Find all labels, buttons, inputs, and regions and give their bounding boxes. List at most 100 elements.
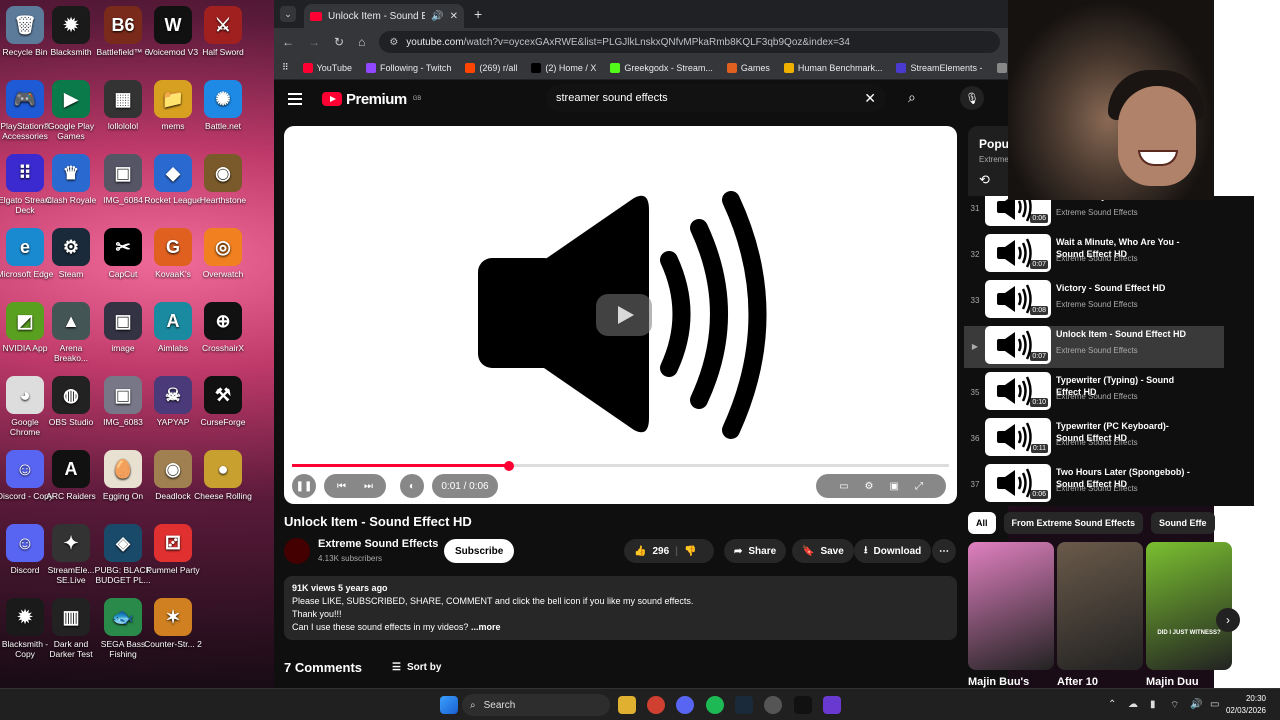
- tab-search-icon[interactable]: ⌄: [280, 6, 296, 22]
- filter-chip[interactable]: Sound Effe: [1151, 512, 1215, 534]
- bookmark-item[interactable]: g: [996, 62, 1009, 73]
- apps-icon[interactable]: ⠿: [282, 62, 289, 73]
- network-icon[interactable]: ☁: [1128, 699, 1138, 710]
- reload-icon[interactable]: ↻: [334, 35, 344, 49]
- progress-bar[interactable]: [292, 460, 949, 471]
- playlist-item[interactable]: 33 0:08 Victory - Sound Effect HD Extreme S…: [964, 280, 1224, 322]
- desktop-icon[interactable]: ◉ Hearthstone: [194, 154, 252, 205]
- address-bar[interactable]: ⚙ youtube.com/watch?v=oycexGAxRWE&list=P…: [379, 31, 1000, 53]
- channel-avatar[interactable]: [284, 538, 310, 564]
- loop-icon[interactable]: ⟲: [979, 172, 990, 188]
- wifi-icon[interactable]: ⌔: [1170, 699, 1179, 712]
- shorts-next-icon[interactable]: ›: [1216, 608, 1240, 632]
- desktop-icon[interactable]: ▥ Dark and Darker Test: [42, 598, 100, 659]
- more-actions-button[interactable]: ⋯: [932, 539, 956, 563]
- site-info-icon[interactable]: ⚙: [389, 37, 398, 48]
- desktop-icon[interactable]: ⊕ CrosshairX: [194, 302, 252, 353]
- next-icon[interactable]: ⏭: [364, 481, 373, 492]
- bookmark-item[interactable]: Games: [726, 62, 770, 73]
- browser-tab[interactable]: Unlock Item - Sound Effect HD 🔊 ✕: [304, 4, 464, 28]
- search-icon[interactable]: ⌕: [908, 89, 916, 106]
- taskbar-search[interactable]: ⌕ Search: [462, 694, 610, 716]
- fullscreen-icon[interactable]: ⤢: [915, 481, 923, 492]
- theater-icon[interactable]: ▣: [889, 481, 898, 492]
- save-button[interactable]: 🔖 Save: [792, 539, 854, 563]
- new-tab-button[interactable]: +: [474, 6, 482, 22]
- pause-button[interactable]: ❚❚: [292, 474, 316, 498]
- dislike-icon[interactable]: 👎: [684, 546, 696, 557]
- big-play-icon[interactable]: [596, 294, 652, 336]
- bookmark-item[interactable]: StreamElements -: [896, 62, 983, 73]
- desktop-icon[interactable]: ✺ Battle.net: [194, 80, 252, 131]
- bookmark-item[interactable]: (2) Home / X: [531, 62, 596, 73]
- description-box[interactable]: 91K views 5 years ago Please LIKE, SUBSC…: [284, 576, 957, 640]
- previous-icon[interactable]: ⏮: [337, 481, 346, 492]
- file-explorer-icon[interactable]: [618, 696, 636, 714]
- short-title[interactable]: Majin Buu's: [968, 676, 1029, 688]
- playlist-item[interactable]: 37 0:06 Two Hours Later (Spongebob) - Soun…: [964, 464, 1224, 506]
- microphone-icon[interactable]: 🎙: [960, 86, 984, 110]
- desktop-icon[interactable]: ⚂ Pummel Party: [144, 524, 202, 575]
- back-icon[interactable]: ←: [282, 35, 294, 49]
- desktop-icon[interactable]: ● Cheese Rolling: [194, 450, 252, 501]
- desktop-icon[interactable]: A ARC Raiders: [42, 450, 100, 501]
- desktop-icon[interactable]: ✦ StreamEle... SE.Live: [42, 524, 100, 585]
- bookmark-item[interactable]: YouTube: [302, 62, 352, 73]
- short-thumbnail[interactable]: DID I JUST WITNESS?: [1146, 542, 1232, 670]
- clear-search-icon[interactable]: ✕: [864, 90, 876, 107]
- short-title[interactable]: Majin Duu: [1146, 676, 1199, 688]
- download-button[interactable]: ⭳ Download: [854, 539, 932, 563]
- share-button[interactable]: ➦ Share: [724, 539, 787, 563]
- show-more-link[interactable]: ...more: [471, 622, 501, 632]
- volume-button[interactable]: ◐: [400, 474, 424, 498]
- desktop-icon[interactable]: ⚙ Steam: [42, 228, 100, 279]
- bookmark-item[interactable]: Human Benchmark...: [783, 62, 882, 73]
- desktop-icon[interactable]: ▲ Arena Breako...: [42, 302, 100, 363]
- settings-gear-icon[interactable]: ⚙: [865, 481, 874, 492]
- start-icon[interactable]: [440, 696, 458, 714]
- discord-icon[interactable]: [676, 696, 694, 714]
- like-icon[interactable]: 👍: [634, 546, 646, 557]
- playlist-title[interactable]: Popu: [979, 137, 1009, 151]
- tray-chevron-icon[interactable]: ⌃: [1108, 699, 1116, 710]
- desktop-icon[interactable]: ▶ Google Play Games: [42, 80, 100, 141]
- filter-chip[interactable]: All: [968, 512, 996, 534]
- playlist-item[interactable]: ▶ 0:07 Unlock Item - Sound Effect HD Extrem…: [964, 326, 1224, 368]
- desktop-icon[interactable]: ◎ Overwatch: [194, 228, 252, 279]
- short-title[interactable]: After 10: [1057, 676, 1098, 688]
- short-thumbnail[interactable]: [968, 542, 1054, 670]
- menu-icon[interactable]: [288, 93, 302, 105]
- bookmark-item[interactable]: (269) r/all: [465, 62, 517, 73]
- desktop-icon[interactable]: ✹ Blacksmith: [42, 6, 100, 57]
- tray-app-icon[interactable]: ▮: [1150, 699, 1156, 710]
- clock[interactable]: 20:30 02/03/2026: [1226, 693, 1266, 717]
- playlist-item[interactable]: 310:06Watcha Say - Sound Effect HDExtrem…: [964, 196, 1224, 230]
- desktop-icon[interactable]: ✶ Counter-Str... 2: [144, 598, 202, 649]
- settings-icon[interactable]: [764, 696, 782, 714]
- subtitles-icon[interactable]: ▭: [839, 481, 848, 492]
- sort-button[interactable]: ☰ Sort by: [392, 662, 441, 673]
- chrome-icon[interactable]: [647, 696, 665, 714]
- app-grid-icon[interactable]: [823, 696, 841, 714]
- playlist-item[interactable]: 35 0:10 Typewriter (Typing) - Sound Effect…: [964, 372, 1224, 414]
- video-player[interactable]: ❚❚ ⏮ ⏭ ◐ 0:01 / 0:06 ▭ ⚙ ▣ ⤢: [284, 126, 957, 504]
- filter-chip[interactable]: From Extreme Sound Effects: [1003, 512, 1144, 534]
- capcut-icon[interactable]: [794, 696, 812, 714]
- subscribe-button[interactable]: Subscribe: [444, 539, 515, 563]
- close-tab-icon[interactable]: ✕: [450, 11, 458, 22]
- bookmark-item[interactable]: Following - Twitch: [365, 62, 451, 73]
- forward-icon[interactable]: →: [308, 35, 320, 49]
- search-input[interactable]: streamer sound effects ✕: [546, 84, 886, 112]
- youtube-logo[interactable]: Premium GB: [322, 91, 421, 108]
- playlist-item[interactable]: 36 0:11 Typewriter (PC Keyboard)- Sound Ef…: [964, 418, 1224, 460]
- home-icon[interactable]: ⌂: [358, 35, 365, 49]
- steam-icon[interactable]: [735, 696, 753, 714]
- desktop-icon[interactable]: ⚔ Half Sword: [194, 6, 252, 57]
- desktop-icon[interactable]: ◍ OBS Studio: [42, 376, 100, 427]
- channel-name[interactable]: Extreme Sound Effects: [318, 538, 438, 550]
- spotify-icon[interactable]: [706, 696, 724, 714]
- playlist-item[interactable]: 32 0:07 Wait a Minute, Who Are You - Sound…: [964, 234, 1224, 276]
- bookmark-item[interactable]: Greekgodx - Stream...: [610, 62, 713, 73]
- progress-scrubber[interactable]: [503, 460, 514, 471]
- volume-icon[interactable]: 🔊: [1190, 699, 1202, 710]
